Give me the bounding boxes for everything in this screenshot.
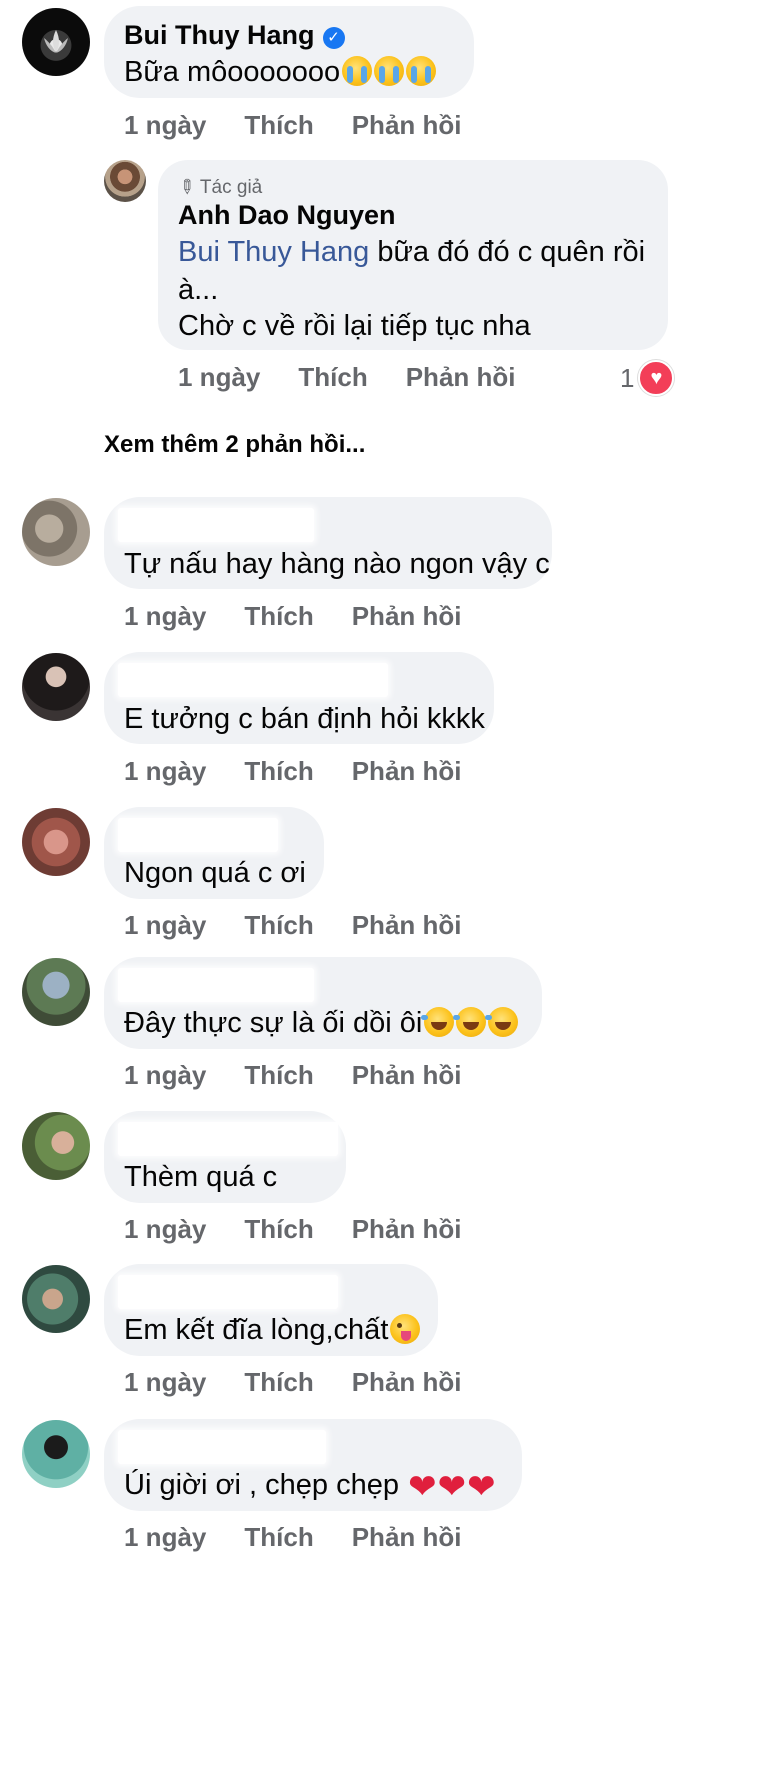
avatar[interactable]: [22, 958, 90, 1026]
comment-thread: Bui Thuy Hang ✓ Bữa môooooooo 1 ngày Thíc…: [0, 0, 780, 1770]
avatar[interactable]: [22, 1420, 90, 1488]
comment-actions: 1 ngày Thích Phản hồi: [124, 910, 462, 941]
blurred-author-name: [118, 968, 314, 1002]
like-button[interactable]: Thích: [244, 601, 313, 632]
blurred-author-name: [118, 663, 388, 697]
comment-text: Bữa môooooooo: [124, 52, 437, 92]
rolling-on-floor-laughing-emoji: [485, 1007, 519, 1037]
comment-text: Đây thực sự là ối dồi ôi: [124, 1003, 519, 1043]
comment-text-content: Bữa môooooooo: [124, 56, 341, 88]
timestamp[interactable]: 1 ngày: [124, 1214, 206, 1245]
reply-button[interactable]: Phản hồi: [352, 1522, 462, 1553]
loudly-crying-face-emoji: [342, 56, 373, 86]
reaction-count[interactable]: 1 ♥: [620, 360, 675, 396]
comment-text: Ngon quá c ơi: [124, 857, 306, 889]
love-reaction-icon: ♥: [638, 360, 675, 396]
comment-actions: 1 ngày Thích Phản hồi: [124, 1367, 462, 1398]
timestamp[interactable]: 1 ngày: [124, 601, 206, 632]
reply-text-part: bữa đó đó c quên rồi: [369, 236, 646, 268]
blurred-author-name: [118, 1275, 338, 1309]
reply-author[interactable]: Anh Dao Nguyen: [178, 200, 396, 231]
like-button[interactable]: Thích: [298, 362, 367, 393]
avatar[interactable]: [22, 1265, 90, 1333]
author-tag-label: Tác giả: [199, 177, 263, 198]
mention-link[interactable]: Bui Thuy Hang: [178, 236, 369, 268]
comment-actions: 1 ngày Thích Phản hồi: [124, 1522, 462, 1553]
see-more-replies-link[interactable]: Xem thêm 2 phản hồi...: [104, 431, 365, 459]
reply-button[interactable]: Phản hồi: [352, 910, 462, 941]
like-button[interactable]: Thích: [244, 1522, 313, 1553]
timestamp[interactable]: 1 ngày: [124, 1522, 206, 1553]
reaction-count-number: 1: [620, 362, 635, 393]
avatar[interactable]: [104, 160, 146, 202]
blurred-author-name: [118, 508, 314, 542]
reply-button[interactable]: Phản hồi: [352, 110, 462, 141]
comment-text: Úi giời ơi , chẹp chẹp ❤❤❤: [124, 1465, 496, 1505]
comment-text: Thèm quá c: [124, 1161, 278, 1193]
reply-button[interactable]: Phản hồi: [352, 601, 462, 632]
reply-button[interactable]: Phản hồi: [352, 1060, 462, 1091]
like-button[interactable]: Thích: [244, 756, 313, 787]
comment-text: Em kết đĩa lòng,chất: [124, 1310, 421, 1350]
rolling-on-floor-laughing-emoji: [453, 1007, 487, 1037]
comment-text-content: Em kết đĩa lòng,chất: [124, 1314, 389, 1346]
verified-badge-icon: ✓: [322, 27, 345, 49]
winking-face-with-tongue-emoji: [390, 1314, 421, 1344]
reply-text-line1: Bui Thuy Hang bữa đó đó c quên rồi: [178, 232, 645, 272]
reply-text-line2: à...: [178, 274, 219, 306]
comment-actions: 1 ngày Thích Phản hồi: [124, 1060, 462, 1091]
reply-button[interactable]: Phản hồi: [406, 362, 516, 393]
rolling-on-floor-laughing-emoji: [421, 1007, 455, 1037]
blurred-author-name: [118, 818, 278, 852]
comment-text-content: Đây thực sự là ối dồi ôi: [124, 1007, 423, 1039]
timestamp[interactable]: 1 ngày: [124, 1367, 206, 1398]
comment-author[interactable]: Bui Thuy Hang ✓: [124, 20, 345, 51]
blurred-author-name: [118, 1122, 338, 1156]
timestamp[interactable]: 1 ngày: [124, 910, 206, 941]
red-heart-emoji: ❤: [408, 1468, 437, 1506]
comment-text: E tưởng c bán định hỏi kkkk: [124, 703, 485, 735]
like-button[interactable]: Thích: [244, 110, 313, 141]
reply-button[interactable]: Phản hồi: [352, 1214, 462, 1245]
like-button[interactable]: Thích: [244, 1060, 313, 1091]
reply-button[interactable]: Phản hồi: [352, 1367, 462, 1398]
avatar[interactable]: [22, 808, 90, 876]
avatar[interactable]: [22, 1112, 90, 1180]
loudly-crying-face-emoji: [406, 56, 437, 86]
blurred-author-name: [118, 1430, 326, 1464]
comment-text-content: Úi giời ơi , chẹp chẹp: [124, 1469, 408, 1501]
reply-actions: 1 ngày Thích Phản hồi: [178, 362, 516, 393]
avatar[interactable]: [22, 8, 90, 76]
timestamp[interactable]: 1 ngày: [178, 362, 260, 393]
timestamp[interactable]: 1 ngày: [124, 1060, 206, 1091]
author-name[interactable]: Bui Thuy Hang: [124, 20, 315, 50]
timestamp[interactable]: 1 ngày: [124, 756, 206, 787]
like-button[interactable]: Thích: [244, 910, 313, 941]
lotus-avatar-icon: [44, 30, 68, 53]
author-tag: ✎Tác giả: [173, 174, 263, 200]
like-button[interactable]: Thích: [244, 1367, 313, 1398]
like-button[interactable]: Thích: [244, 1214, 313, 1245]
loudly-crying-face-emoji: [374, 56, 405, 86]
red-heart-emoji: ❤: [467, 1468, 496, 1506]
avatar[interactable]: [22, 498, 90, 566]
reply-text-line3: Chờ c về rồi lại tiếp tục nha: [178, 310, 531, 342]
comment-actions: 1 ngày Thích Phản hồi: [124, 110, 462, 141]
comment-actions: 1 ngày Thích Phản hồi: [124, 601, 462, 632]
avatar[interactable]: [22, 653, 90, 721]
comment-actions: 1 ngày Thích Phản hồi: [124, 1214, 462, 1245]
comment-text: Tự nấu hay hàng nào ngon vậy c: [124, 548, 550, 580]
red-heart-emoji: ❤: [437, 1468, 467, 1506]
timestamp[interactable]: 1 ngày: [124, 110, 206, 141]
comment-actions: 1 ngày Thích Phản hồi: [124, 756, 462, 787]
reply-button[interactable]: Phản hồi: [352, 756, 462, 787]
